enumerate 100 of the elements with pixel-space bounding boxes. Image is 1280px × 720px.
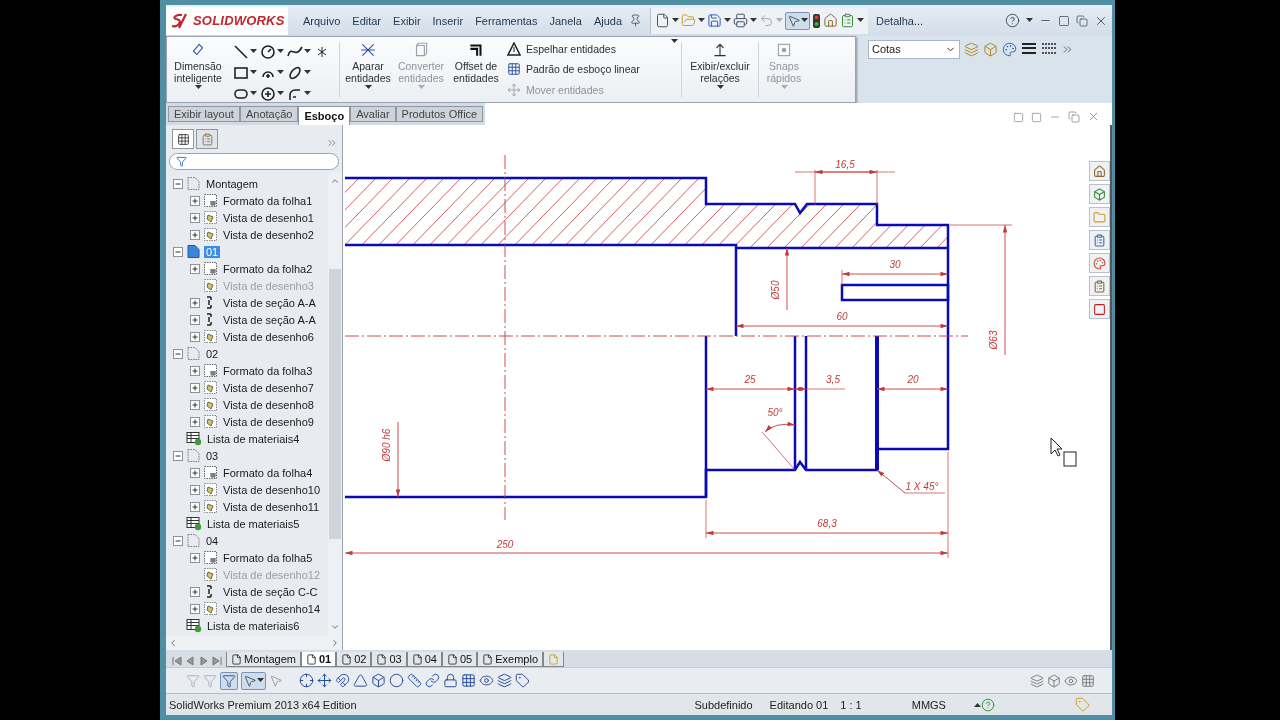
caret-icon[interactable]: [250, 70, 257, 75]
tab[interactable]: Avaliar: [350, 106, 396, 122]
collapse-icon[interactable]: [173, 178, 183, 189]
scroll-left-icon[interactable]: [168, 638, 178, 648]
tree-item[interactable]: Lista de materiais4: [205, 432, 302, 445]
task-pane-button[interactable]: [1088, 161, 1110, 181]
tree-item[interactable]: Vista de desenho1: [221, 211, 316, 224]
caret-icon[interactable]: [304, 49, 311, 54]
menu-item[interactable]: Editar: [347, 14, 387, 27]
tab[interactable]: Anotação: [239, 106, 299, 122]
expand-icon[interactable]: [190, 586, 200, 597]
lock-icon[interactable]: [443, 673, 458, 688]
list-icon[interactable]: [840, 13, 856, 28]
tree-item[interactable]: Montagem: [204, 177, 260, 190]
menu-item[interactable]: Ajuda: [588, 14, 628, 27]
eye-icon[interactable]: [1064, 673, 1078, 688]
expand-icon[interactable]: [190, 416, 200, 427]
move-icon[interactable]: [317, 673, 332, 688]
command-button[interactable]: Offset de entidades: [449, 39, 503, 100]
new-file-icon[interactable]: [655, 13, 671, 28]
task-pane-button[interactable]: [1088, 276, 1110, 296]
close-icon[interactable]: [1087, 110, 1100, 123]
grid-icon[interactable]: [1081, 673, 1095, 688]
tree-item[interactable]: Vista de seção A-A: [221, 313, 318, 326]
add-sheet-button[interactable]: [543, 652, 565, 667]
circle-icon[interactable]: [260, 43, 276, 60]
collapse-icon[interactable]: [173, 535, 183, 546]
link-icon[interactable]: [425, 673, 440, 688]
scroll-down-icon[interactable]: [330, 622, 340, 632]
tag-icon[interactable]: [515, 673, 530, 688]
expand-icon[interactable]: [190, 229, 200, 240]
tree-item[interactable]: Vista de desenho2: [221, 228, 316, 241]
menu-item[interactable]: Janela: [544, 14, 587, 27]
cube-icon[interactable]: [1047, 673, 1061, 688]
tree-item[interactable]: Vista de seção C-C: [221, 585, 320, 598]
command-button[interactable]: Espelhar entidades: [507, 42, 667, 57]
caret-icon[interactable]: [1026, 18, 1033, 23]
tile-icon[interactable]: [1031, 112, 1042, 123]
expand-icon[interactable]: [190, 314, 200, 325]
tree-item[interactable]: Vista de desenho9: [221, 415, 316, 428]
task-pane-button[interactable]: [1088, 299, 1110, 319]
cube-icon[interactable]: [371, 673, 386, 688]
layers-icon[interactable]: [1030, 673, 1044, 688]
printer-icon[interactable]: [733, 13, 749, 28]
sheet-tab[interactable]: 02: [336, 652, 372, 667]
caret-icon[interactable]: [250, 49, 257, 54]
scroll-up-icon[interactable]: [330, 176, 340, 186]
tree-item[interactable]: Vista de desenho6: [221, 330, 316, 343]
traffic-light-icon[interactable]: [812, 12, 822, 29]
caret-icon[interactable]: [750, 18, 758, 23]
magnet-icon[interactable]: [335, 673, 350, 688]
menu-item[interactable]: Inserir: [427, 14, 469, 27]
caret-icon[interactable]: [724, 18, 732, 23]
command-button[interactable]: Exibir/excluir relações: [685, 39, 755, 100]
tree-item[interactable]: Formato da folha4: [221, 466, 315, 479]
caret-icon[interactable]: [277, 70, 284, 75]
task-pane-button[interactable]: [1088, 230, 1110, 250]
eye-icon[interactable]: [479, 673, 494, 688]
expand-icon[interactable]: [190, 212, 200, 223]
collapse-icon[interactable]: [173, 246, 183, 257]
sheet-tab[interactable]: 03: [371, 652, 407, 667]
layers-icon[interactable]: [497, 673, 512, 688]
expand-icon[interactable]: [190, 297, 200, 308]
filter-field[interactable]: [169, 153, 339, 170]
caret-icon[interactable]: [364, 85, 372, 90]
tree-item[interactable]: Vista de seção A-A: [221, 296, 318, 309]
sheet-tab[interactable]: 04: [406, 652, 442, 667]
line-icon[interactable]: [233, 43, 249, 60]
house-icon[interactable]: [823, 13, 839, 28]
sheet-tab[interactable]: Montagem: [226, 652, 301, 667]
menu-item[interactable]: Ferramentas: [470, 14, 543, 27]
caret-icon[interactable]: [277, 91, 284, 96]
tree-item[interactable]: Formato da folha5: [221, 551, 315, 564]
caret-icon[interactable]: [672, 18, 680, 23]
triangle-icon[interactable]: [353, 673, 368, 688]
sheet-tab[interactable]: 01: [301, 652, 337, 667]
tree-item[interactable]: Vista de desenho7: [221, 381, 316, 394]
caret-icon[interactable]: [277, 49, 284, 54]
sheet-tab[interactable]: 05: [442, 652, 478, 667]
restore-icon[interactable]: [1076, 14, 1088, 27]
pointer-icon[interactable]: [787, 13, 802, 28]
tree-item[interactable]: Vista de desenho8: [221, 398, 316, 411]
caret-icon[interactable]: [698, 18, 706, 23]
rectangle-icon[interactable]: [233, 64, 249, 81]
tree-item[interactable]: 02: [204, 347, 221, 360]
expand-icon[interactable]: [190, 399, 200, 410]
expand-icon[interactable]: [190, 552, 200, 563]
command-button[interactable]: Padrão de esboço linear: [507, 62, 667, 77]
caret-icon[interactable]: [716, 85, 724, 90]
line-style-icon[interactable]: [1041, 42, 1057, 56]
expand-icon[interactable]: [190, 331, 200, 342]
expand-icon[interactable]: [190, 467, 200, 478]
layer-select[interactable]: Cotas: [868, 39, 960, 59]
command-button[interactable]: Aparar entidades: [343, 39, 393, 100]
circle-icon[interactable]: [389, 673, 404, 688]
scrollbar[interactable]: [166, 636, 342, 650]
tile-icon[interactable]: [1013, 112, 1024, 123]
tree-item[interactable]: Formato da folha3: [221, 364, 315, 377]
caret-icon[interactable]: [801, 18, 809, 23]
menu-item[interactable]: Exibir: [388, 14, 426, 27]
